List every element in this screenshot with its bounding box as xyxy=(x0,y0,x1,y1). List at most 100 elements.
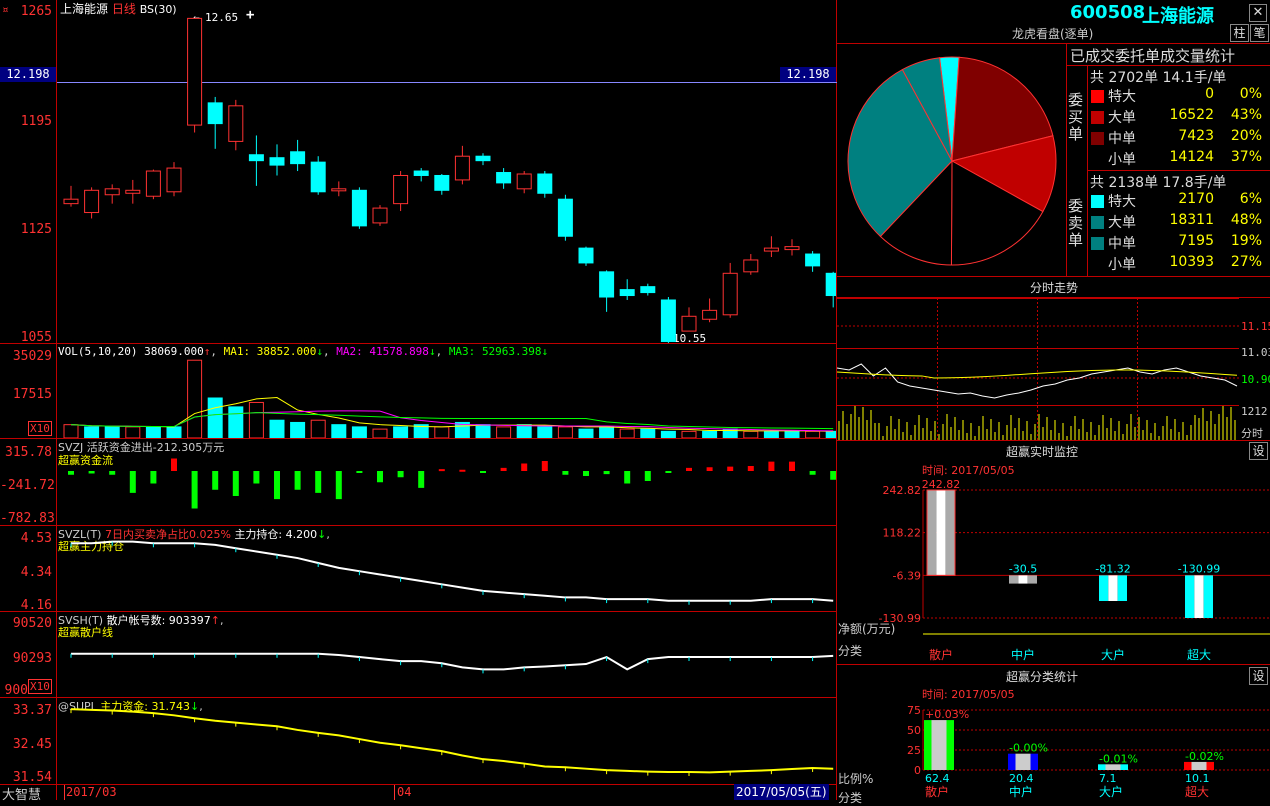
kline-y-label: 1195 xyxy=(20,114,52,129)
candle-body xyxy=(310,161,326,193)
candle-body xyxy=(84,189,100,214)
fund-flow-bar xyxy=(356,471,363,473)
classify-cat-label: 超大 xyxy=(1185,784,1209,799)
buy-summary: 共 2702单 14.1手/单 xyxy=(1090,70,1227,86)
sell-summary: 共 2138单 17.8手/单 xyxy=(1090,175,1227,191)
svzl-chart xyxy=(70,540,834,605)
candle-body xyxy=(640,286,656,294)
candle-body xyxy=(248,154,264,162)
buy-side-label: 委买单 xyxy=(1068,91,1084,143)
vol-bar xyxy=(145,426,161,438)
fund-flow-bar xyxy=(418,471,425,488)
monitor-value-label: -130.99 xyxy=(1178,562,1220,575)
svsh-y-label: 900 xyxy=(4,683,28,698)
candle-body xyxy=(722,272,738,316)
classify-bar xyxy=(1008,753,1016,770)
price-tag-left: 12.198 xyxy=(0,67,56,82)
tab-pen-button[interactable]: 笔 xyxy=(1250,24,1269,42)
vol-bar xyxy=(619,428,635,438)
monitor-bar xyxy=(1117,575,1127,601)
vol-bar xyxy=(351,426,367,438)
vol-bar xyxy=(702,430,718,438)
fund-flow-bar xyxy=(665,471,672,473)
tab-pin-button[interactable]: 柱 xyxy=(1230,24,1249,42)
kline-y-label: 1125 xyxy=(20,222,52,237)
classify-bar xyxy=(946,720,954,770)
classify-settings-button[interactable]: 设 xyxy=(1249,667,1268,685)
vol-bar xyxy=(372,428,388,438)
stat-row-volume: 14124 xyxy=(1169,149,1214,165)
fund-flow-bar xyxy=(129,471,136,493)
kline-y-label: 1265 xyxy=(20,4,52,19)
stat-row-volume: 10393 xyxy=(1169,254,1214,270)
vol-bar xyxy=(475,424,491,438)
fund-flow-bar xyxy=(500,467,507,471)
order-pie-chart xyxy=(847,56,1057,266)
legend-swatch xyxy=(1091,195,1104,208)
intraday-chart[interactable] xyxy=(837,298,1239,440)
fund-flow-bar xyxy=(335,471,342,500)
vol-bar xyxy=(207,397,223,438)
svzj-y-label: 315.78 xyxy=(5,445,52,460)
intraday-vol-label: 1212 xyxy=(1241,405,1268,418)
kline-y-label: 1055 xyxy=(20,330,52,345)
classify-cat-label: 分类 xyxy=(838,791,863,805)
classify-chart: 75 50 25 0 +0.03% 62.4散户 -0.00% 20.4中户 -0.01% 7.1… xyxy=(907,704,1270,799)
monitor-bar xyxy=(1018,575,1028,584)
close-icon[interactable]: ✕ xyxy=(1249,4,1267,22)
vol-bar xyxy=(84,426,100,438)
classify-value-label: 20.4 xyxy=(1009,772,1034,785)
divider xyxy=(837,440,1270,441)
stat-row-name: 特大 xyxy=(1108,194,1136,210)
fund-flow-bar xyxy=(377,471,383,483)
stat-row-pct: 27% xyxy=(1230,254,1262,270)
fund-flow-bar xyxy=(232,471,239,496)
monitor-settings-button[interactable]: 设 xyxy=(1249,442,1268,460)
svzl-y-label: 4.16 xyxy=(20,598,52,613)
divider xyxy=(837,276,1270,277)
monitor-y-label: 242.82 xyxy=(883,484,922,497)
fund-flow-bar xyxy=(768,461,775,471)
stat-row-name: 特大 xyxy=(1108,89,1136,105)
supl-y-label: 31.54 xyxy=(12,770,52,785)
xaxis-tick xyxy=(394,785,395,800)
classify-bar xyxy=(1030,753,1038,770)
classify-cat-label: 大户 xyxy=(1099,784,1123,799)
legend-swatch xyxy=(1091,153,1104,166)
classify-bar xyxy=(1184,761,1192,770)
fund-flow-bar xyxy=(150,471,157,484)
vol-y-label: 17515 xyxy=(12,387,52,402)
longhu-title: 龙虎看盘(逐单) xyxy=(1012,27,1094,41)
candle-body xyxy=(805,253,821,267)
candle-body xyxy=(290,151,306,165)
fund-flow-bar xyxy=(397,471,404,478)
fund-flow-bar xyxy=(603,471,610,475)
divider xyxy=(1087,170,1270,171)
classify-axis-label: 比例% xyxy=(838,772,874,786)
monitor-cat-label: 大户 xyxy=(1101,647,1125,662)
vol-bar xyxy=(516,424,532,438)
candle-body xyxy=(228,105,244,142)
vol-bar xyxy=(104,426,120,438)
vol-bar xyxy=(681,430,697,438)
vol-y-label: 35029 xyxy=(12,349,52,364)
svsh-unit-badge[interactable]: X10 xyxy=(28,679,52,694)
candle-body xyxy=(269,157,285,166)
vol-bar xyxy=(537,426,553,438)
classify-pct-label: -0.01% xyxy=(1099,752,1138,765)
fund-flow-bar xyxy=(459,469,466,472)
monitor-chart: 242.82 118.22 -6.39 -130.99 242.82 散户 -30.5 中户 -… xyxy=(879,478,1270,662)
vol-unit-badge[interactable]: X10 xyxy=(28,421,52,436)
intraday-title: 分时走势 xyxy=(1030,281,1079,295)
vol-bar xyxy=(825,430,836,438)
stat-row-name: 小单 xyxy=(1108,257,1136,273)
candle-body xyxy=(743,259,759,273)
vol-bar xyxy=(166,426,182,438)
monitor-bar xyxy=(1185,575,1195,618)
candle-body xyxy=(166,167,182,193)
stat-row-volume: 0 xyxy=(1205,86,1214,102)
vol-bar xyxy=(763,430,779,438)
kline-chart[interactable] xyxy=(57,0,836,343)
candle-body xyxy=(104,188,120,196)
classify-bar xyxy=(1015,753,1031,770)
